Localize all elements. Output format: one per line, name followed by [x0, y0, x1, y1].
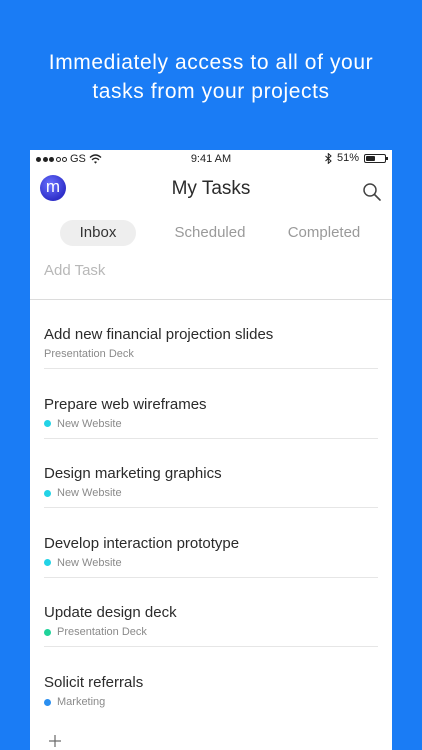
add-task-input[interactable] — [44, 262, 364, 279]
task-row[interactable]: Solicit referrals Marketing — [44, 648, 378, 717]
search-icon[interactable] — [362, 182, 382, 202]
status-bar: GS 9:41 AM 51% — [30, 150, 392, 168]
task-row[interactable]: Add new financial projection slides Prese… — [44, 300, 378, 369]
headline-line-2: tasks from your projects — [92, 80, 330, 103]
status-right: 51% — [325, 152, 388, 164]
promo-headline: Immediately access to all of your tasks … — [0, 48, 422, 106]
task-row[interactable]: Design marketing graphics New Website — [44, 439, 378, 509]
phone-screen: GS 9:41 AM 51% m My Tasks Inbox Schedule… — [30, 150, 392, 750]
task-project: New Website — [44, 487, 122, 499]
task-project-label: Presentation Deck — [44, 348, 134, 360]
task-project: Presentation Deck — [44, 626, 147, 638]
task-row[interactable]: Develop interaction prototype New Website — [44, 509, 378, 578]
task-project: New Website — [44, 418, 122, 430]
task-project: New Website — [44, 557, 122, 569]
tab-scheduled[interactable]: Scheduled — [164, 220, 256, 246]
tab-inbox[interactable]: Inbox — [60, 220, 136, 246]
task-title: Update design deck — [44, 604, 177, 622]
task-project-label: New Website — [57, 556, 122, 569]
task-project-label: Presentation Deck — [57, 626, 147, 639]
task-project-label: New Website — [57, 417, 122, 430]
bluetooth-icon — [325, 152, 332, 164]
task-project: Marketing — [44, 696, 105, 708]
add-task-row — [30, 252, 392, 300]
task-project-label: New Website — [57, 487, 122, 500]
task-title: Prepare web wireframes — [44, 395, 207, 413]
tab-completed[interactable]: Completed — [280, 220, 368, 246]
project-color-dot — [44, 559, 51, 567]
plus-icon — [49, 735, 61, 747]
battery-percent: 51% — [336, 152, 359, 164]
project-color-dot — [44, 420, 51, 428]
task-title: Design marketing graphics — [44, 465, 222, 483]
add-icon[interactable] — [48, 734, 62, 748]
task-title: Develop interaction prototype — [44, 534, 240, 552]
project-color-dot — [44, 628, 51, 636]
battery-icon — [364, 153, 388, 163]
task-title: Solicit referrals — [44, 674, 144, 691]
task-row[interactable]: Prepare web wireframes New Website — [44, 370, 378, 439]
task-project-label: Marketing — [57, 696, 106, 708]
nav-bar: m My Tasks — [30, 168, 392, 212]
headline-line-1: Immediately access to all of your — [48, 51, 374, 74]
task-title: Add new financial projection slides — [44, 326, 274, 343]
project-color-dot — [44, 489, 51, 497]
tab-bar: Inbox Scheduled Completed — [30, 212, 392, 252]
task-row[interactable]: Update design deck Presentation Deck — [44, 578, 378, 648]
page-title: My Tasks — [171, 178, 251, 199]
project-color-dot — [44, 698, 51, 706]
task-project: Presentation Deck — [44, 348, 134, 360]
